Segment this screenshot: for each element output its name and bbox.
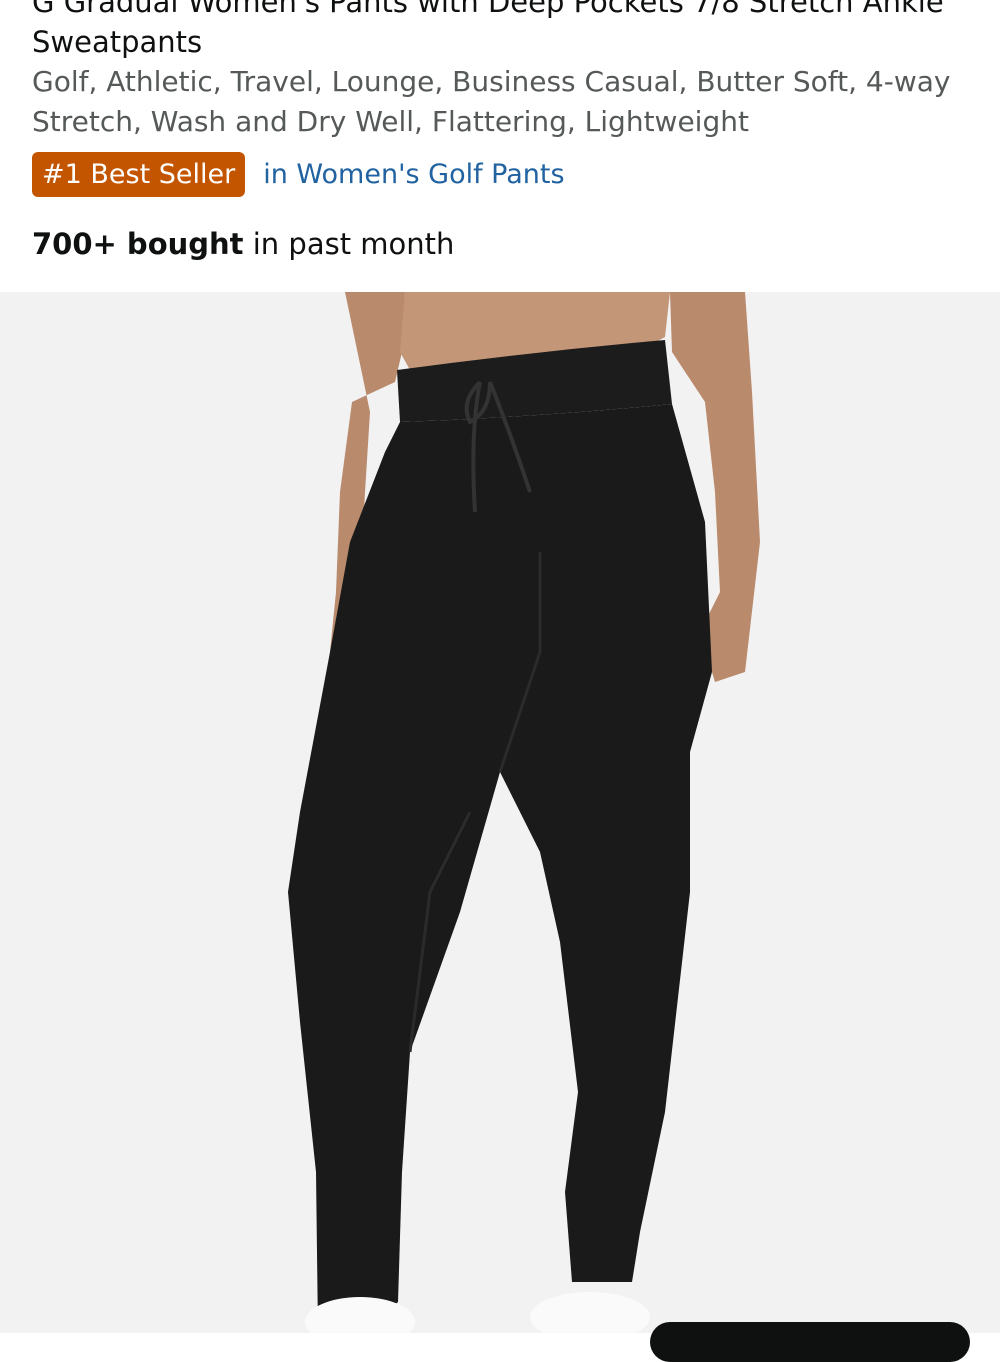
product-title: G Gradual Women's Pants with Deep Pocket… [32, 0, 972, 62]
product-photo-illustration [288, 292, 760, 1333]
product-title-line2: Sweatpants [32, 25, 203, 59]
bought-count-text: 700+ bought in past month [32, 224, 454, 264]
floating-action-bar[interactable] [650, 1322, 970, 1362]
bought-suffix: in past month [243, 227, 455, 261]
product-subtitle: Golf, Athletic, Travel, Lounge, Business… [32, 65, 951, 138]
best-seller-row: #1 Best Seller in Women's Golf Pants [32, 151, 565, 197]
product-title-line1: G Gradual Women's Pants with Deep Pocket… [32, 0, 944, 19]
category-link[interactable]: in Women's Golf Pants [263, 159, 564, 190]
best-seller-badge[interactable]: #1 Best Seller [32, 151, 246, 197]
bought-count: 700+ bought [32, 227, 244, 261]
product-image[interactable] [0, 292, 1000, 1333]
product-title-block: G Gradual Women's Pants with Deep Pocket… [32, 0, 972, 142]
